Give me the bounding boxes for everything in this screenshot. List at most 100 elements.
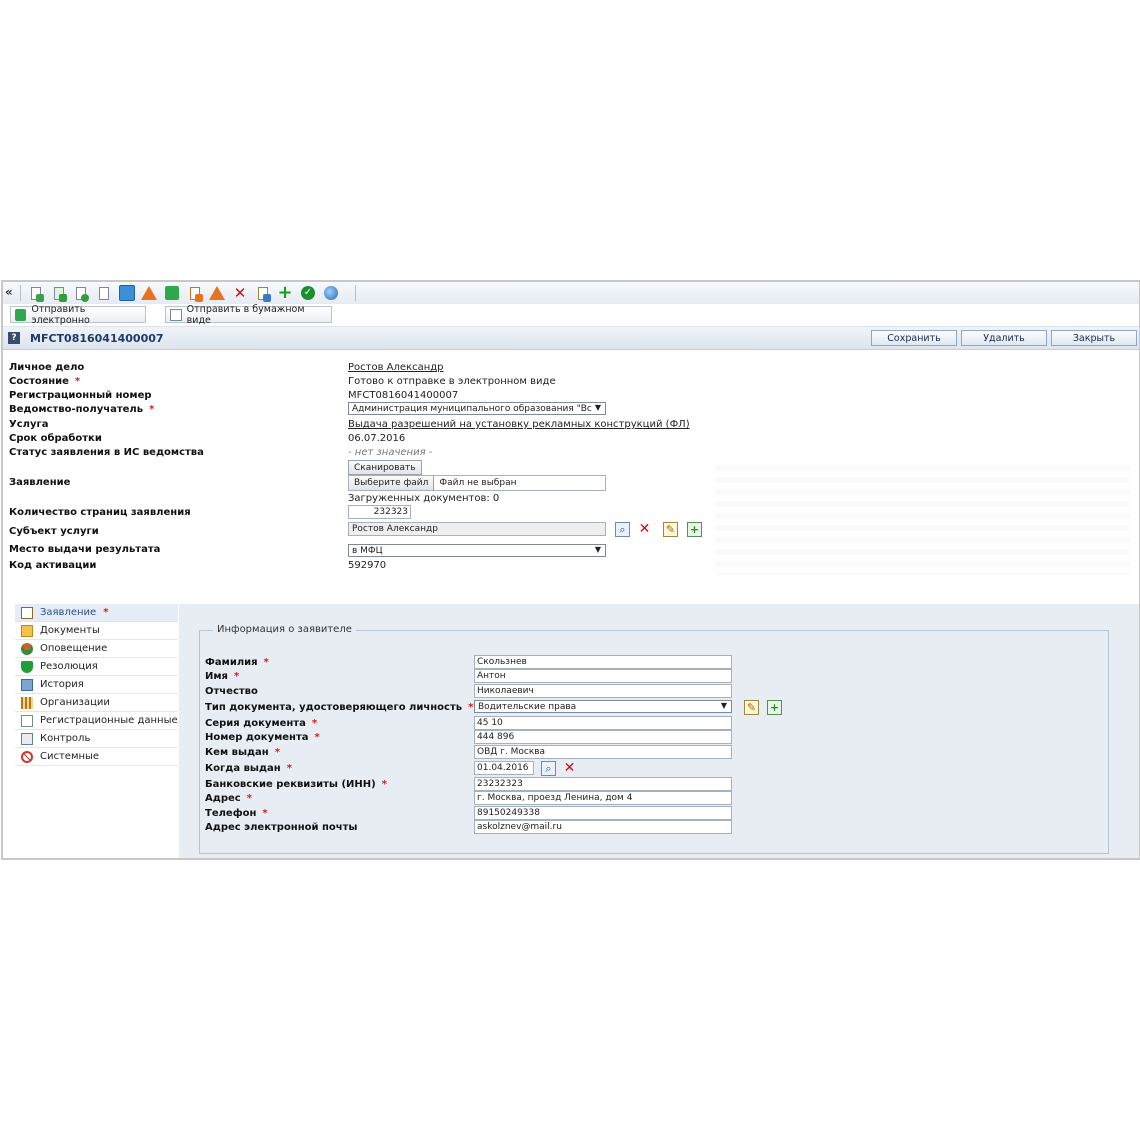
id-doc-type-select[interactable]: Водительские права ▼ (474, 700, 732, 713)
chevron-down-icon: ▼ (720, 701, 727, 710)
scan-button[interactable]: Сканировать (348, 460, 422, 475)
applicant-legend: Информация о заявителе (213, 624, 356, 635)
nav-item-resolution[interactable]: Резолюция (15, 658, 178, 676)
green-arrow-icon[interactable] (164, 285, 180, 301)
agency-value: Администрация муниципального образования… (352, 403, 592, 414)
nav-item-documents[interactable]: Документы (15, 622, 178, 640)
email-label: Адрес электронной почты (205, 822, 358, 833)
agency-select[interactable]: Администрация муниципального образования… (348, 402, 606, 415)
toolbar-divider (20, 285, 21, 301)
toolbar-divider (355, 285, 356, 301)
add-icon[interactable]: + (277, 284, 293, 302)
approve-document-icon[interactable] (73, 285, 89, 302)
help-icon[interactable]: ? (8, 332, 20, 344)
state-label: Состояние * (9, 376, 81, 387)
system-icon (21, 750, 33, 763)
result-place-label: Место выдачи результата (9, 544, 161, 555)
warning-icon[interactable] (209, 285, 225, 301)
grid-icon[interactable] (119, 285, 135, 301)
edit-icon[interactable]: ✎ (744, 700, 759, 715)
result-place-select[interactable]: в МФЦ ▼ (348, 544, 606, 557)
main-toolbar: « ✕ + ✓ (3, 282, 1139, 305)
activation-label: Код активации (9, 560, 97, 571)
phone-input[interactable]: 89150249338 (474, 806, 732, 820)
issued-by-input[interactable]: ОВД г. Москва (474, 745, 732, 759)
control-icon (21, 732, 33, 745)
nav-item-registration[interactable]: Регистрационные данные (15, 712, 178, 730)
clear-icon[interactable]: ✕ (638, 521, 651, 537)
history-icon (21, 678, 33, 691)
nav-item-control[interactable]: Контроль (15, 730, 178, 748)
file-upload-field[interactable]: Выберите файл Файл не выбран (348, 475, 606, 491)
save-button[interactable]: Сохранить (871, 330, 957, 346)
blank-document-icon[interactable] (96, 285, 112, 301)
orange-document-icon[interactable] (187, 285, 203, 302)
bank-details-input[interactable]: 23232323 (474, 777, 732, 791)
surname-input[interactable]: Скользнев (474, 655, 732, 669)
delete-icon[interactable]: ✕ (232, 285, 248, 301)
address-input[interactable]: г. Москва, проезд Ленина, дом 4 (474, 791, 732, 805)
edit-icon[interactable] (255, 285, 271, 302)
reg-number-value: MFCT0816041400007 (348, 390, 459, 401)
nav-item-application[interactable]: Заявление * (15, 604, 178, 622)
doc-series-input[interactable]: 45 10 (474, 716, 732, 730)
nav-item-history[interactable]: История (15, 676, 178, 694)
add-document-icon[interactable]: + (767, 700, 782, 715)
clear-date-icon[interactable]: ✕ (563, 760, 576, 776)
shield-icon (21, 660, 33, 673)
doc-number-label: Номер документа * (205, 732, 320, 743)
issue-date-label: Когда выдан * (205, 763, 292, 774)
applicant-content: Информация о заявителе Фамилия * Скользне… (179, 604, 1139, 858)
patronymic-input[interactable]: Николаевич (474, 684, 732, 698)
add-green-document-icon[interactable] (51, 285, 67, 302)
service-link[interactable]: Выдача разрешений на установку рекламных… (348, 419, 690, 430)
uploaded-count: Загруженных документов: 0 (348, 493, 500, 504)
pages-input[interactable]: 232323 (348, 505, 411, 519)
pages-label: Количество страниц заявления (9, 507, 191, 518)
email-input[interactable]: askolznev@mail.ru (474, 820, 732, 834)
globe-icon[interactable] (323, 285, 339, 301)
choose-file-button[interactable]: Выберите файл (349, 476, 435, 490)
edit-icon[interactable]: ✎ (663, 522, 678, 537)
documents-icon (21, 624, 33, 637)
doc-series-label: Серия документа * (205, 718, 318, 729)
send-green-icon (15, 308, 27, 321)
issue-date-input[interactable]: 01.04.2016 (474, 761, 534, 775)
details-panel: Заявление * Документы Оповещение Резолюци… (15, 604, 1139, 858)
warning-icon[interactable] (141, 285, 157, 301)
nav-item-notification[interactable]: Оповещение (15, 640, 178, 658)
close-button[interactable]: Закрыть (1051, 330, 1137, 346)
collapse-button[interactable]: « (5, 285, 13, 299)
issued-by-label: Кем выдан * (205, 747, 280, 758)
deadline-value: 06.07.2016 (348, 433, 406, 444)
delete-button[interactable]: Удалить (961, 330, 1047, 346)
doc-number-input[interactable]: 444 896 (474, 730, 732, 744)
calendar-icon[interactable]: ⌕ (541, 761, 556, 776)
chevron-down-icon: ▼ (594, 403, 601, 412)
record-header: ? MFCT0816041400007 Сохранить Удалить За… (3, 327, 1139, 350)
send-electronic-button[interactable]: Отправить электронно (10, 304, 146, 326)
is-status-label: Статус заявления в ИС ведомства (9, 447, 204, 458)
personal-case-link[interactable]: Ростов Александр (348, 362, 444, 373)
lookup-icon[interactable]: ⌕ (615, 522, 630, 537)
check-icon[interactable]: ✓ (300, 285, 316, 301)
subject-label: Субъект услуги (9, 526, 99, 537)
application-label: Заявление (9, 477, 71, 488)
organization-icon (21, 696, 33, 709)
add-person-icon[interactable]: + (687, 522, 702, 537)
nav-item-system[interactable]: Системные (15, 748, 178, 766)
nav-item-organizations[interactable]: Организации (15, 694, 178, 712)
address-label: Адрес * (205, 793, 252, 804)
name-input[interactable]: Антон (474, 669, 732, 683)
bank-details-label: Банковские реквизиты (ИНН) * (205, 779, 387, 790)
registration-icon (21, 714, 33, 727)
id-doc-type-label: Тип документа, удостоверяющего личность * (205, 702, 474, 713)
add-document-icon[interactable] (28, 285, 44, 302)
activation-value: 592970 (348, 560, 387, 571)
notification-icon (21, 642, 33, 655)
agency-label: Ведомство-получатель * (9, 404, 155, 415)
no-file-text: Файл не выбран (439, 478, 517, 488)
send-paper-button[interactable]: Отправить в бумажном виде (165, 304, 332, 326)
patronymic-label: Отчество (205, 686, 258, 697)
phone-label: Телефон * (205, 808, 268, 819)
